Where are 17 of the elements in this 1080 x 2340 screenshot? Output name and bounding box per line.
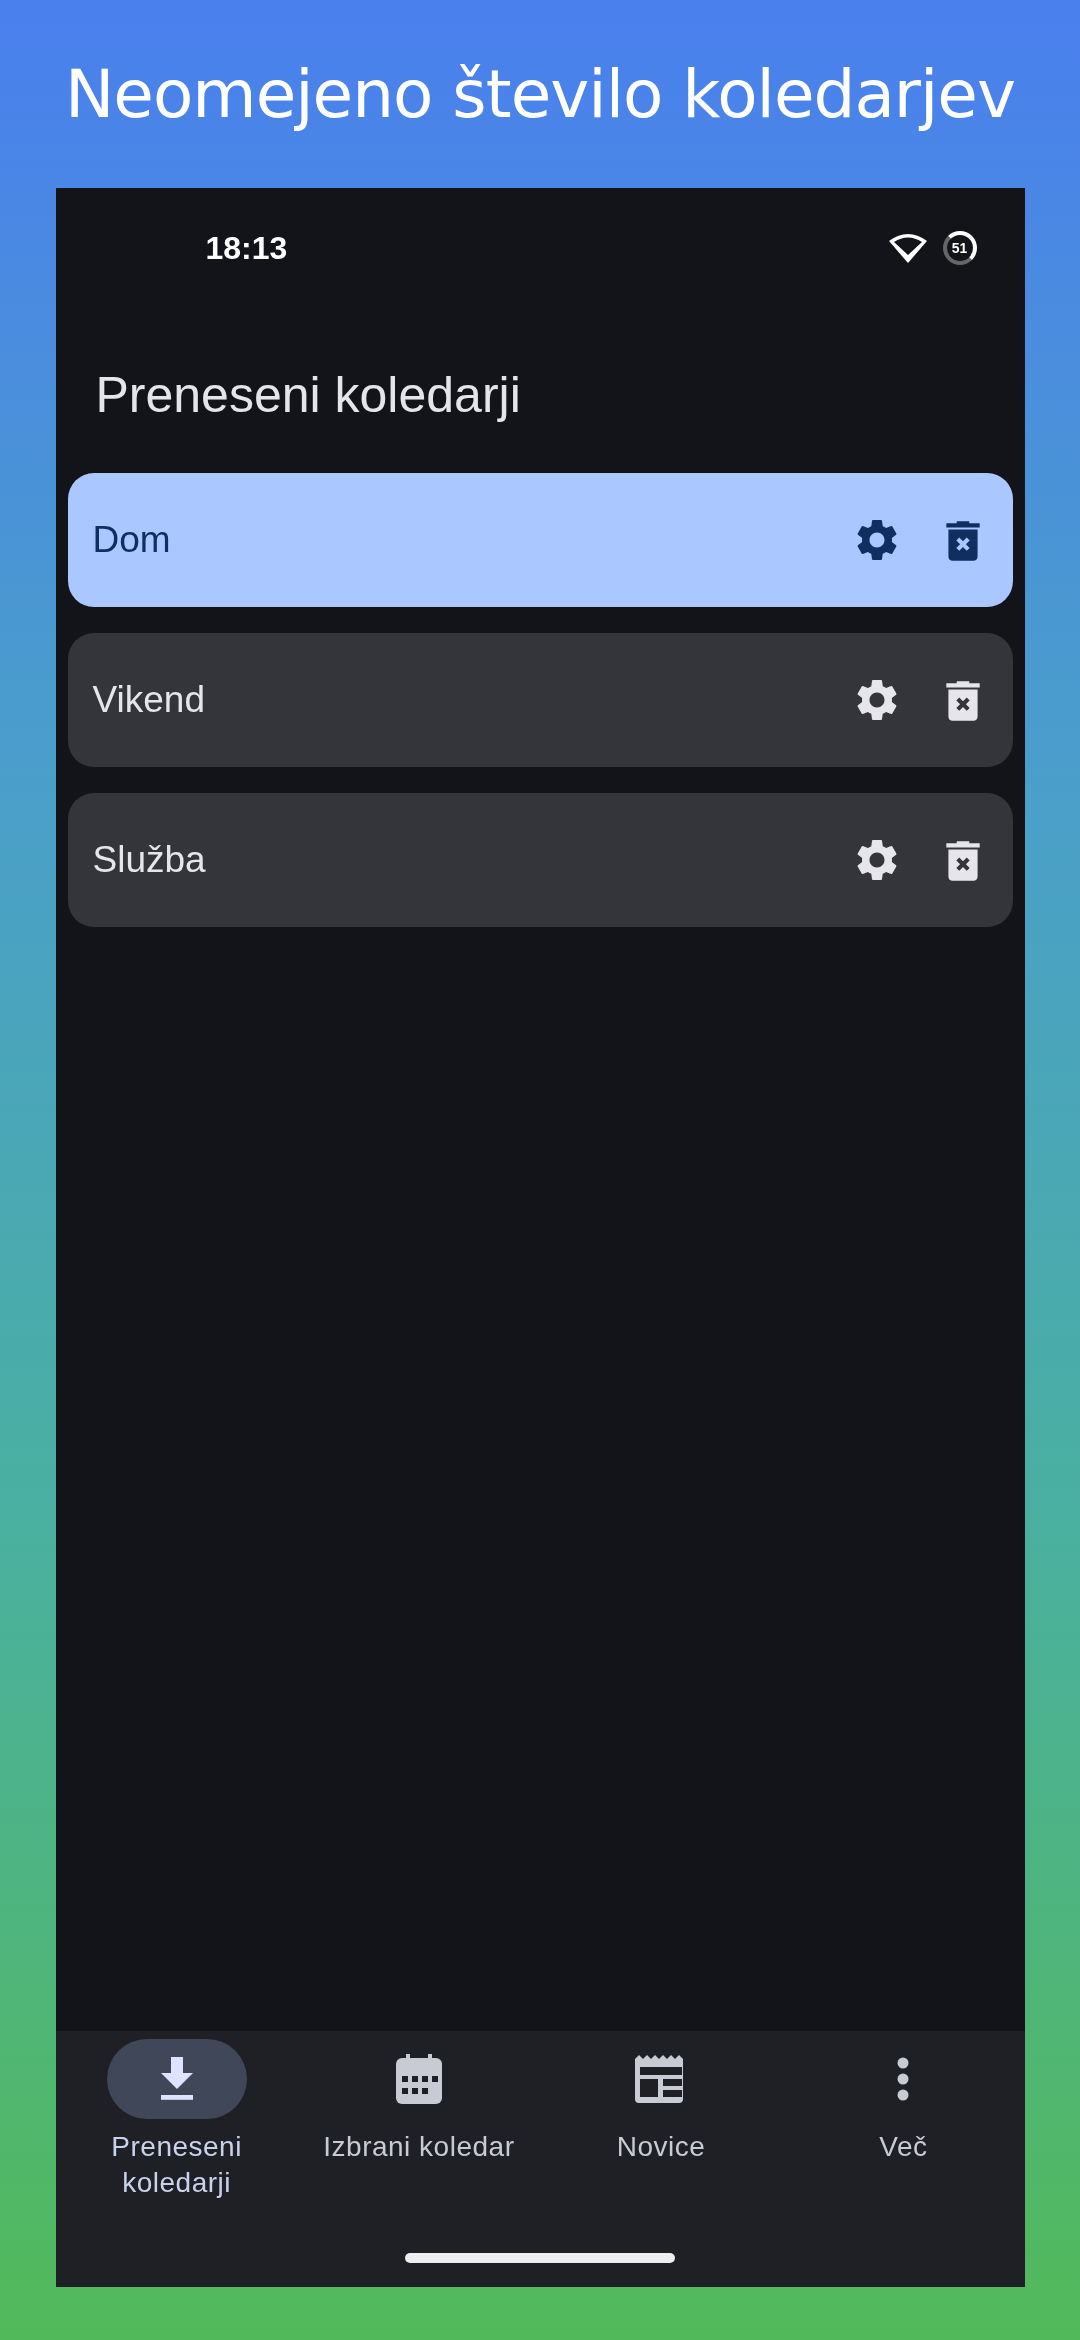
nav-tab[interactable]: Preneseni koledarji	[55, 2039, 298, 2202]
nav-tab[interactable]: Izbrani koledar	[297, 2039, 540, 2202]
calendar-item[interactable]: Služba	[67, 793, 1013, 927]
screen-title: Preneseni koledarji	[94, 366, 522, 425]
nav-tab[interactable]: Novice	[540, 2039, 783, 2202]
more-icon	[896, 2057, 911, 2101]
calendar-name: Vikend	[92, 678, 206, 723]
status-time: 18:13	[205, 229, 288, 268]
calendar-name: Služba	[92, 838, 207, 883]
calendar-item[interactable]: Vikend	[67, 633, 1013, 767]
nav-tab[interactable]: Več	[782, 2039, 1025, 2202]
banner-title: Neomejeno število koledarjev	[64, 54, 1016, 135]
wifi-icon	[888, 233, 927, 263]
calendar-icon	[395, 2054, 442, 2104]
calendar-item[interactable]: Dom	[67, 473, 1013, 607]
calendar-name: Dom	[92, 518, 172, 563]
battery-indicator: 51	[942, 231, 977, 265]
